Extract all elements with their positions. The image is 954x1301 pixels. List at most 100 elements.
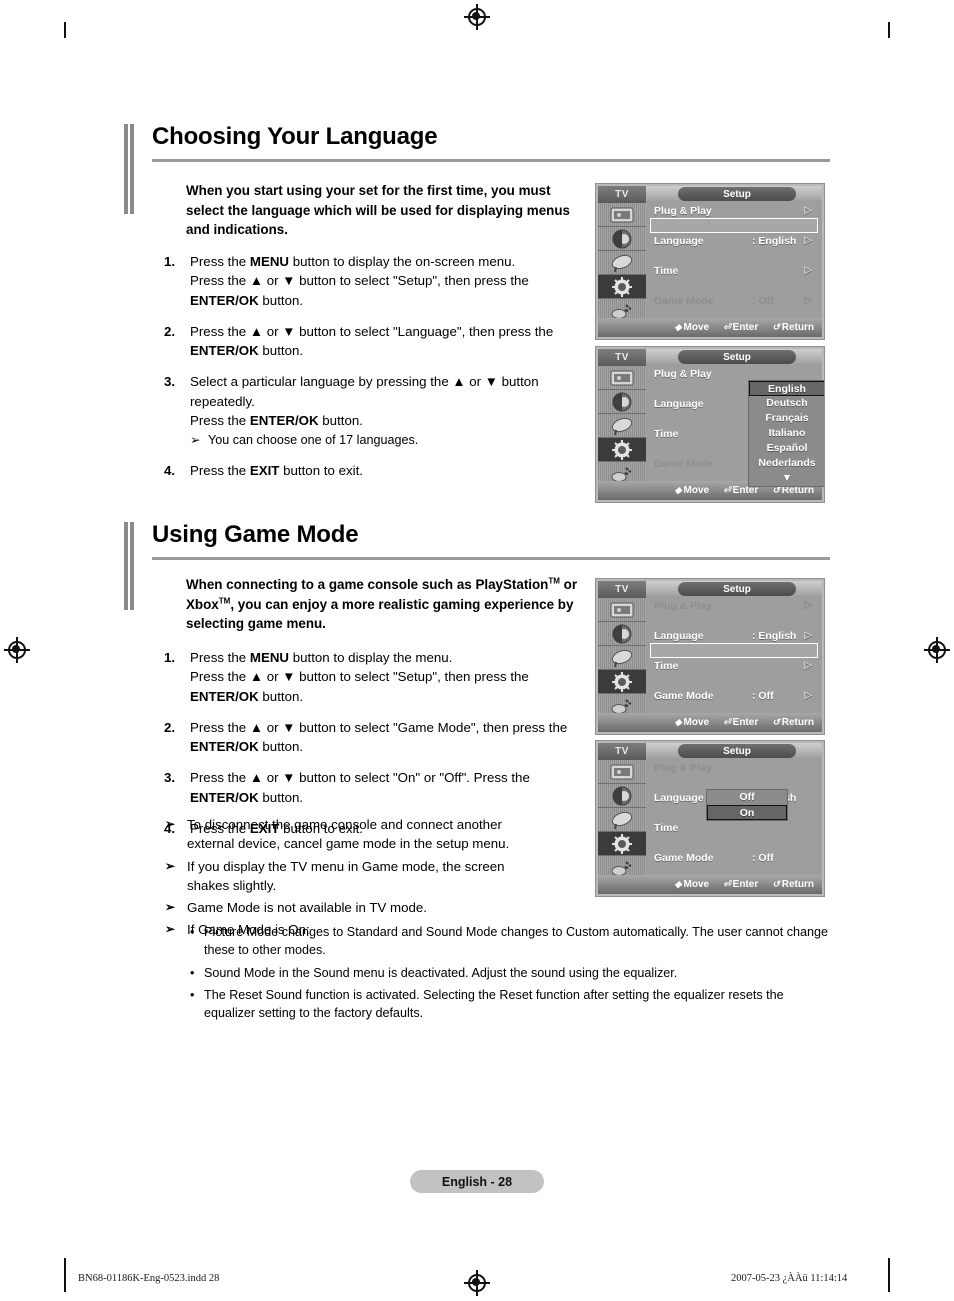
language-option[interactable]: Español [749,441,824,456]
step-item: 1. Press the MENU button to display the o… [164,252,584,310]
page-title-language: Choosing Your Language [152,123,438,150]
section1-steps: 1. Press the MENU button to display the o… [164,240,584,481]
osd-menu-item[interactable]: Plug & Play [646,760,822,775]
channel-icon[interactable] [598,414,646,438]
osd-menu-item[interactable]: Time ▷ [646,263,822,278]
section-rule [152,159,830,162]
osd-item-value: : Off [752,294,774,307]
channel-icon[interactable] [598,646,646,670]
osd-sidebar [598,760,646,876]
picture-icon[interactable] [598,598,646,622]
osd-setup-language-highlighted: TV Setup Plug & Play ▷ Language: English ▷ T… [595,183,825,340]
osd-tv-label: TV [598,186,646,203]
registration-mark-top [464,4,490,30]
picture-icon[interactable] [598,203,646,227]
step-item: 2. Press the ▲ or ▼ button to select "Gam… [164,718,584,757]
registration-mark-left [4,637,30,663]
osd-menu-item[interactable]: Language: English ▷ [646,628,822,643]
language-option[interactable]: Nederlands [749,456,824,471]
game-mode-option[interactable]: On [707,805,787,820]
osd-hint-move: ◆ Move [674,879,710,890]
intro-text-language: When you start using your set for the fi… [186,183,570,238]
setup-gear-icon[interactable] [598,275,646,299]
osd-item-label: Language [654,629,704,642]
osd-menu-item[interactable]: Plug & Play ▷ [646,598,822,613]
osd-hint-enter: ⏎ Enter [723,322,759,333]
language-dropdown[interactable]: English Deutsch Français Italiano Español Ned… [748,380,824,487]
step-text: Press the MENU button to display the men… [190,650,529,704]
osd-menu-item[interactable]: Language: English ▷ [646,233,822,248]
subnote-item: • The Reset Sound function is activated. … [190,986,830,1023]
arrow-bullet-icon: ➢ [165,858,176,873]
osd-menu-item[interactable]: Game Mode: Off [646,850,822,865]
osd-hint-bar: ◆ Move ⏎ Enter ↺ Return [598,318,822,337]
osd-item-label: Time [654,264,679,277]
osd-title: Setup [678,582,796,596]
osd-title-bar: TV Setup [598,581,822,598]
setup-gear-icon[interactable] [598,832,646,856]
game-mode-dropdown[interactable]: Off On [706,789,788,821]
osd-selection-highlight [650,643,818,658]
footer-filename: BN68-01186K-Eng-0523.indd 28 [78,1273,220,1284]
dot-bullet-icon: • [190,925,195,939]
note-item: ➢ To disconnect the game console and conn… [165,815,535,854]
sound-icon[interactable] [598,784,646,808]
osd-title: Setup [678,187,796,201]
osd-item-label: Plug & Play [654,204,712,217]
chevron-right-icon: ▷ [804,630,812,641]
osd-item-label: Game Mode [654,294,714,307]
osd-hint-return: ↺ Return [772,717,814,728]
picture-icon[interactable] [598,760,646,784]
osd-menu-item[interactable]: Plug & Play ▷ [646,203,822,218]
chevron-right-icon: ▷ [804,295,812,306]
osd-hint-return: ↺ Return [772,322,814,333]
osd-hint-bar: ◆ Move ⏎ Enter ↺ Return [598,713,822,732]
osd-title: Setup [678,350,796,364]
subnote-item: • Sound Mode in the Sound menu is deactiv… [190,964,830,982]
osd-menu-item[interactable]: Game Mode: Off ▷ [646,688,822,703]
channel-icon[interactable] [598,808,646,832]
osd-sidebar [598,366,646,482]
page-title-game-mode: Using Game Mode [152,521,359,548]
crop-tick-top-left [64,22,66,38]
section-rule [152,557,830,560]
osd-menu-item[interactable]: Plug & Play [646,366,822,381]
osd-menu-item[interactable]: Game Mode : Off ▷ [646,293,822,308]
setup-gear-icon[interactable] [598,438,646,462]
note-text: If you display the TV menu in Game mode,… [187,858,505,893]
language-option[interactable]: English [749,381,824,396]
step-text: Press the EXIT button to exit. [190,463,363,479]
language-option[interactable]: Français [749,411,824,426]
dot-bullet-icon: • [190,987,195,1002]
sound-icon[interactable] [598,390,646,414]
osd-tv-label: TV [598,349,646,366]
game-mode-option[interactable]: Off [707,790,787,805]
channel-icon[interactable] [598,251,646,275]
sound-icon[interactable] [598,227,646,251]
osd-menu-item[interactable]: Time ▷ [646,658,822,673]
chevron-right-icon: ▷ [804,205,812,216]
osd-title: Setup [678,744,796,758]
note-text: Game Mode is not available in TV mode. [187,900,427,916]
step-item: 2. Press the ▲ or ▼ button to select "Lan… [164,322,584,361]
arrow-bullet-icon: ➢ [190,433,201,448]
step-text: Press the ▲ or ▼ button to select "On" o… [190,770,530,805]
language-option[interactable]: Deutsch [749,396,824,411]
osd-hint-enter: ⏎ Enter [723,717,759,728]
picture-icon[interactable] [598,366,646,390]
sound-icon[interactable] [598,622,646,646]
language-option[interactable]: ▼ [749,471,824,486]
osd-menu-item[interactable]: Time [646,820,822,835]
osd-sidebar [598,598,646,714]
setup-gear-icon[interactable] [598,670,646,694]
subnote-text: Sound Mode in the Sound menu is deactiva… [204,965,678,980]
osd-item-value: : English [752,234,797,247]
step-number: 2. [164,719,176,735]
chevron-right-icon: ▷ [804,600,812,611]
step-number: 4. [164,463,176,479]
language-option[interactable]: Italiano [749,426,824,441]
footer-timestamp: 2007-05-23 ¿ÀÀü 11:14:14 [731,1273,848,1284]
registration-mark-right [924,637,950,663]
note-item: ➢ If you display the TV menu in Game mode… [165,857,535,896]
step-number: 3. [164,374,176,390]
